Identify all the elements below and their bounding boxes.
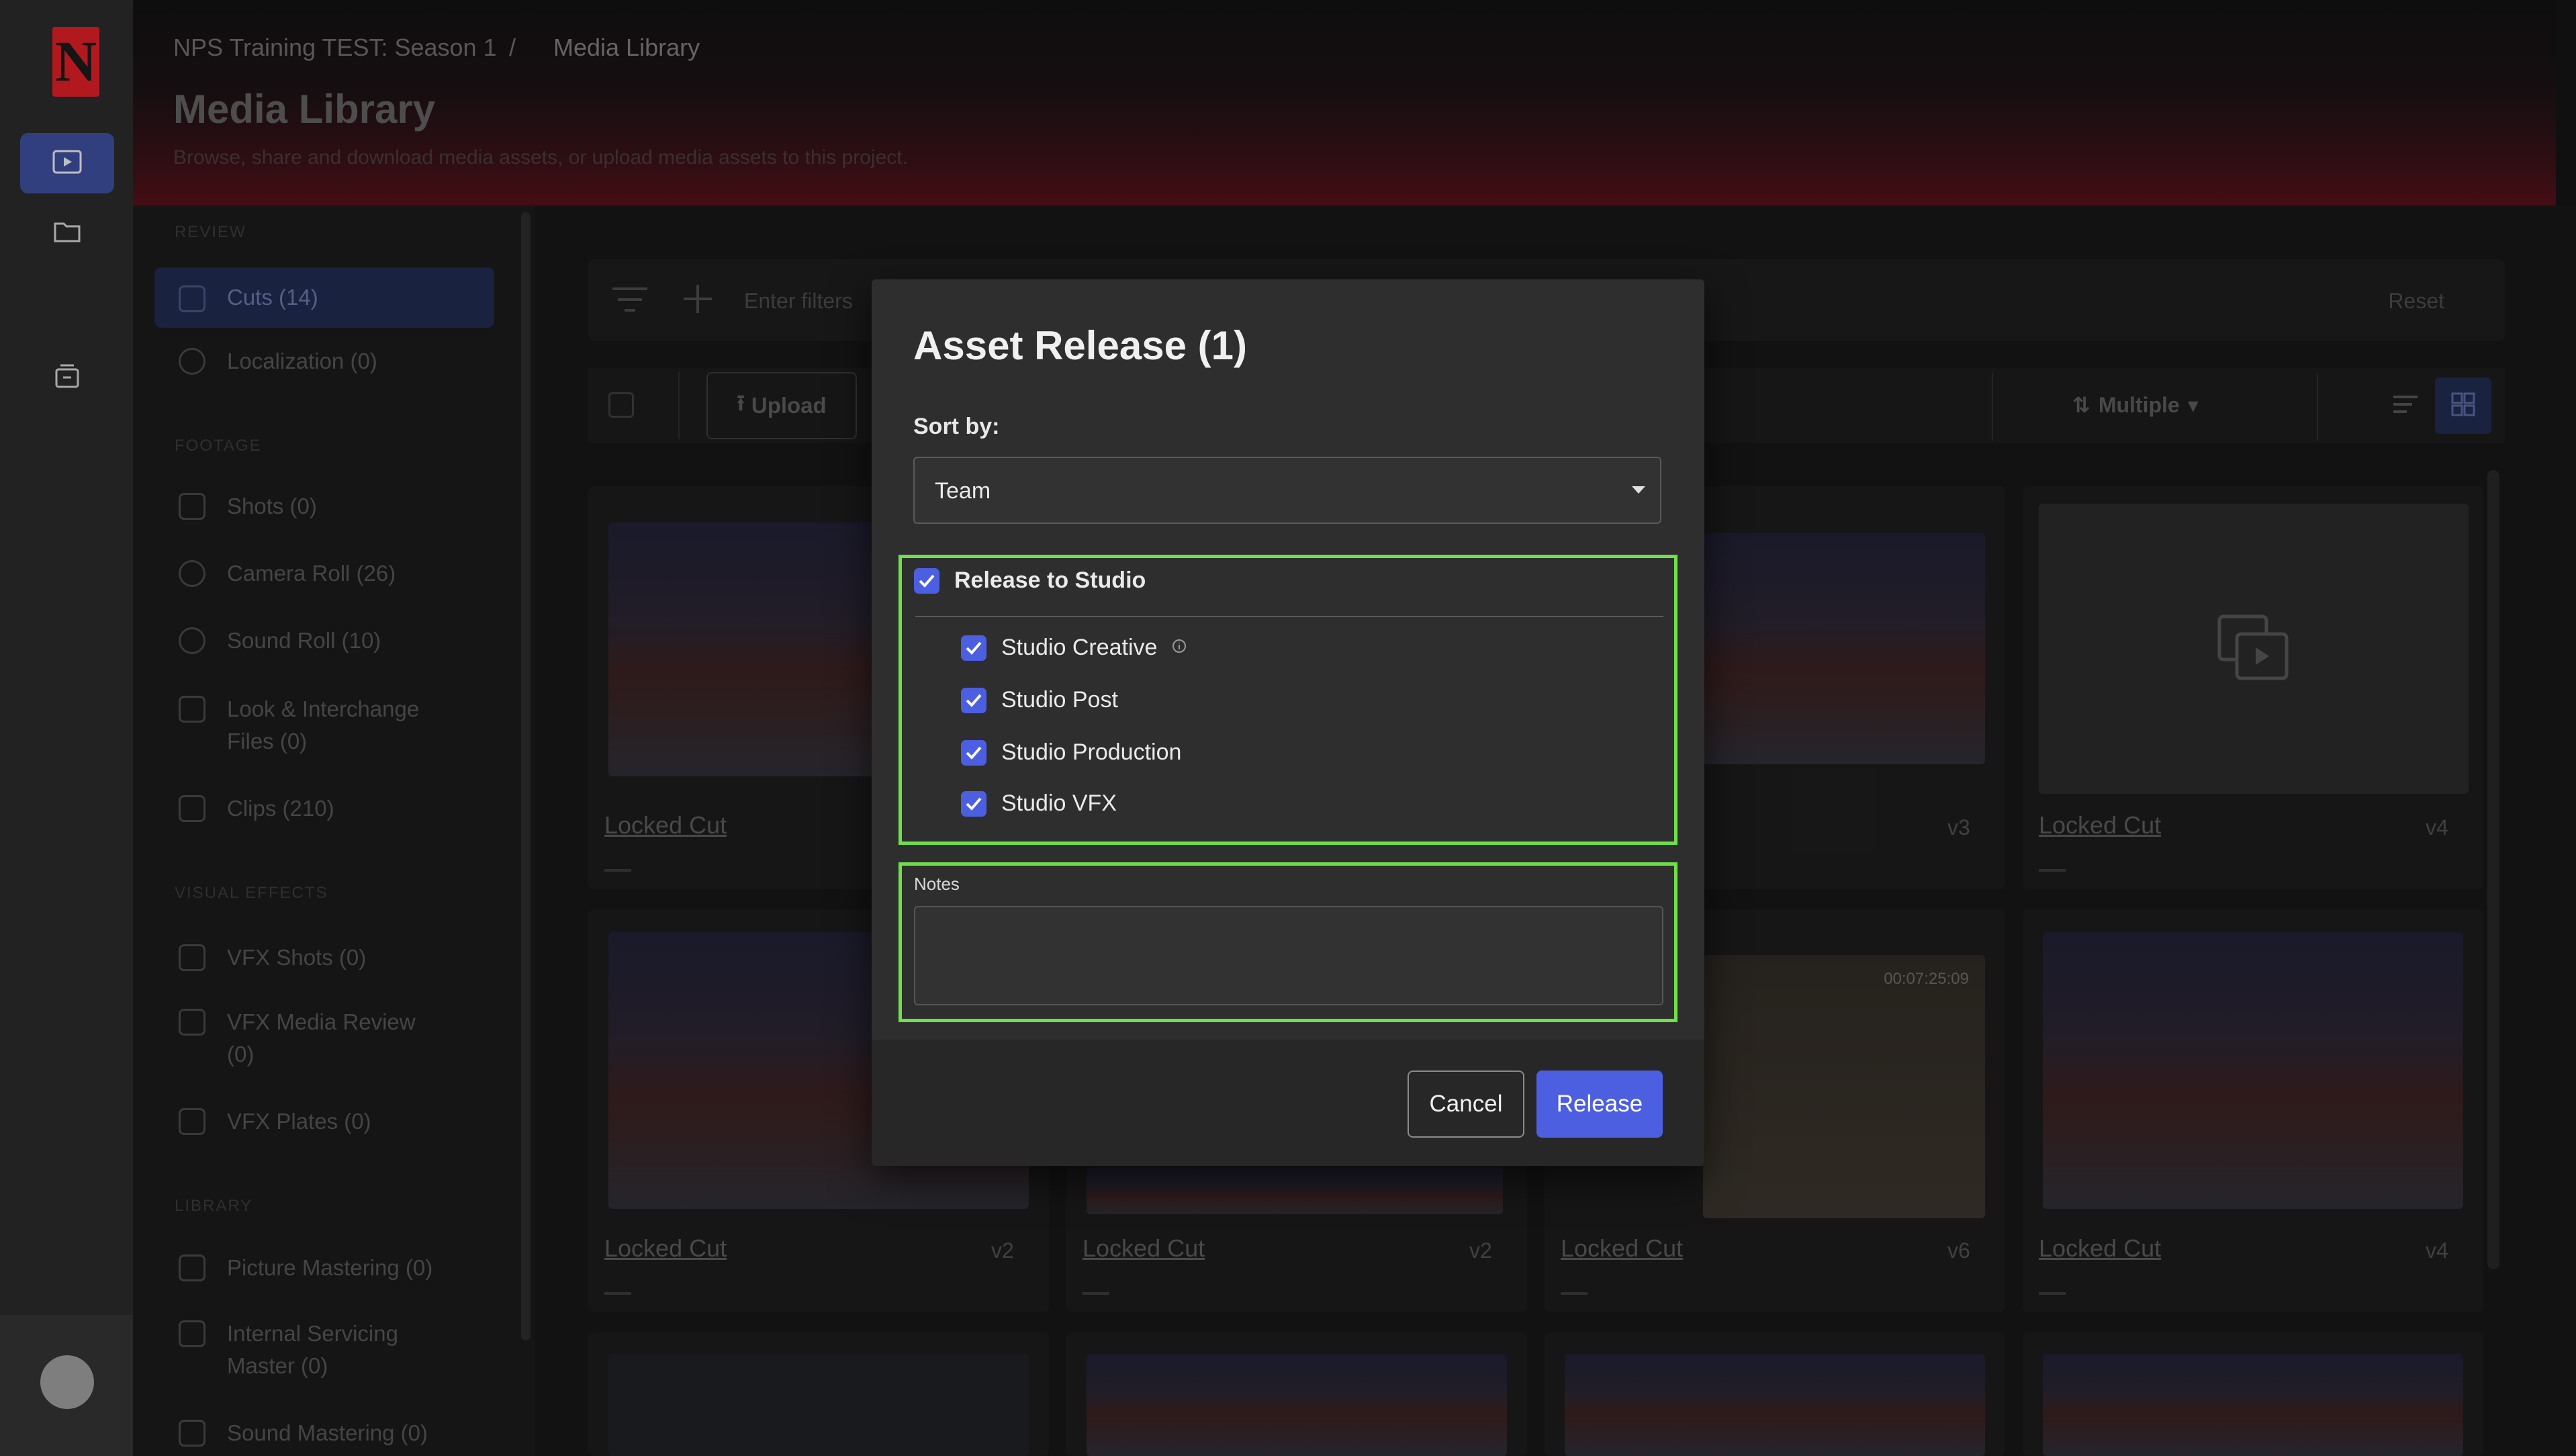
studio-creative-row[interactable]: Studio Creative (961, 635, 1187, 661)
notes-label: Notes (914, 874, 960, 894)
info-icon[interactable] (1172, 639, 1187, 657)
release-options-group: Release to Studio Studio Creative Studio… (899, 555, 1677, 845)
dialog-footer: Cancel Release (872, 1040, 1704, 1166)
notes-group: Notes (899, 862, 1677, 1022)
release-to-studio-row[interactable]: Release to Studio (914, 567, 1146, 594)
studio-post-label: Studio Post (1001, 687, 1118, 713)
release-to-studio-label: Release to Studio (954, 567, 1146, 593)
sort-by-select[interactable]: Team (913, 457, 1661, 524)
studio-post-checkbox[interactable] (961, 687, 986, 713)
studio-production-row[interactable]: Studio Production (961, 739, 1181, 766)
studio-production-label: Studio Production (1001, 739, 1182, 765)
notes-textarea[interactable] (914, 906, 1663, 1005)
studio-production-checkbox[interactable] (961, 739, 986, 766)
sort-by-label: Sort by: (913, 414, 1000, 439)
studio-post-row[interactable]: Studio Post (961, 687, 1118, 713)
chevron-down-icon (1632, 486, 1645, 494)
studio-vfx-checkbox[interactable] (961, 790, 986, 817)
studio-vfx-label: Studio VFX (1001, 790, 1117, 816)
divider (915, 616, 1663, 617)
studio-vfx-row[interactable]: Studio VFX (961, 790, 1117, 817)
dialog-title: Asset Release (1) (913, 323, 1247, 368)
studio-creative-label: Studio Creative (1001, 635, 1158, 660)
release-to-studio-checkbox[interactable] (914, 567, 939, 594)
studio-creative-checkbox[interactable] (961, 635, 986, 661)
cancel-button[interactable]: Cancel (1408, 1071, 1524, 1138)
release-button[interactable]: Release (1536, 1071, 1663, 1138)
sort-by-value: Team (935, 478, 991, 504)
asset-release-dialog: Asset Release (1) Sort by: Team Release … (872, 279, 1704, 1166)
